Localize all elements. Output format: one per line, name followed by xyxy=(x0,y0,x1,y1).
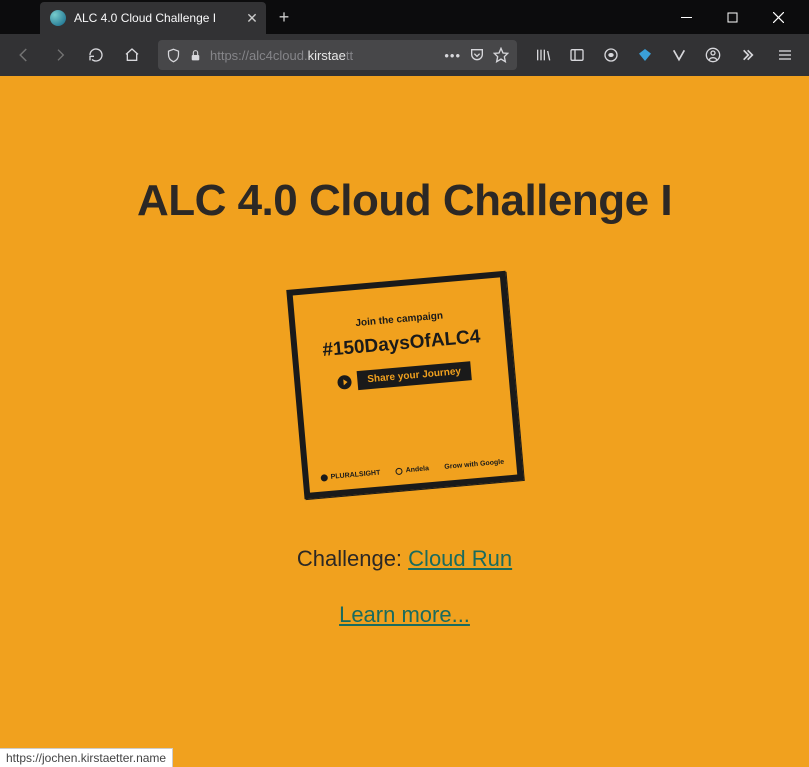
poster-campaign-text: Join the campaign xyxy=(355,310,443,329)
pocket-icon[interactable] xyxy=(469,47,485,63)
challenge-line: Challenge: Cloud Run xyxy=(297,546,512,572)
home-button[interactable] xyxy=(116,39,148,71)
poster-hashtag: #150DaysOfALC4 xyxy=(321,326,481,362)
bookmark-star-icon[interactable] xyxy=(493,47,509,63)
poster-share-row: Share your Journey xyxy=(336,361,471,392)
poster-image: Join the campaign #150DaysOfALC4 Share y… xyxy=(295,280,515,490)
page-content: ALC 4.0 Cloud Challenge I Join the campa… xyxy=(0,76,809,767)
url-text: https://alc4cloud.kirstaett xyxy=(210,48,436,63)
tab-close-icon[interactable]: ✕ xyxy=(244,10,260,26)
diamond-icon[interactable] xyxy=(629,39,661,71)
window-maximize-button[interactable] xyxy=(709,0,755,34)
play-icon xyxy=(336,374,351,389)
titlebar: ALC 4.0 Cloud Challenge I ✕ + xyxy=(0,0,809,34)
toolbar-right xyxy=(527,39,801,71)
vue-icon[interactable] xyxy=(663,39,695,71)
library-icon[interactable] xyxy=(527,39,559,71)
reload-button[interactable] xyxy=(80,39,112,71)
learn-more-link[interactable]: Learn more... xyxy=(339,602,470,628)
extension-circle-icon[interactable] xyxy=(595,39,627,71)
overflow-icon[interactable] xyxy=(731,39,763,71)
challenge-link[interactable]: Cloud Run xyxy=(408,546,512,571)
account-icon[interactable] xyxy=(697,39,729,71)
lock-icon[interactable] xyxy=(189,49,202,62)
toolbar: https://alc4cloud.kirstaett ••• xyxy=(0,34,809,76)
challenge-label: Challenge: xyxy=(297,546,408,571)
hamburger-menu-icon[interactable] xyxy=(769,39,801,71)
poster-sponsors: PLURALSIGHT Andela Grow with Google xyxy=(320,459,504,482)
url-bar[interactable]: https://alc4cloud.kirstaett ••• xyxy=(158,40,517,70)
shield-icon[interactable] xyxy=(166,48,181,63)
browser-tab[interactable]: ALC 4.0 Cloud Challenge I ✕ xyxy=(40,2,266,34)
new-tab-button[interactable]: + xyxy=(270,3,298,31)
back-button[interactable] xyxy=(8,39,40,71)
poster-share-pill: Share your Journey xyxy=(356,361,471,390)
tab-title: ALC 4.0 Cloud Challenge I xyxy=(74,11,236,25)
page-heading: ALC 4.0 Cloud Challenge I xyxy=(137,176,672,226)
forward-button[interactable] xyxy=(44,39,76,71)
tab-favicon xyxy=(50,10,66,26)
sidebar-icon[interactable] xyxy=(561,39,593,71)
window-close-button[interactable] xyxy=(755,0,801,34)
status-bar: https://jochen.kirstaetter.name xyxy=(0,748,173,767)
window-controls xyxy=(663,0,809,34)
page-actions-icon[interactable]: ••• xyxy=(444,48,461,63)
tab-strip: ALC 4.0 Cloud Challenge I ✕ + xyxy=(0,0,663,34)
window-minimize-button[interactable] xyxy=(663,0,709,34)
